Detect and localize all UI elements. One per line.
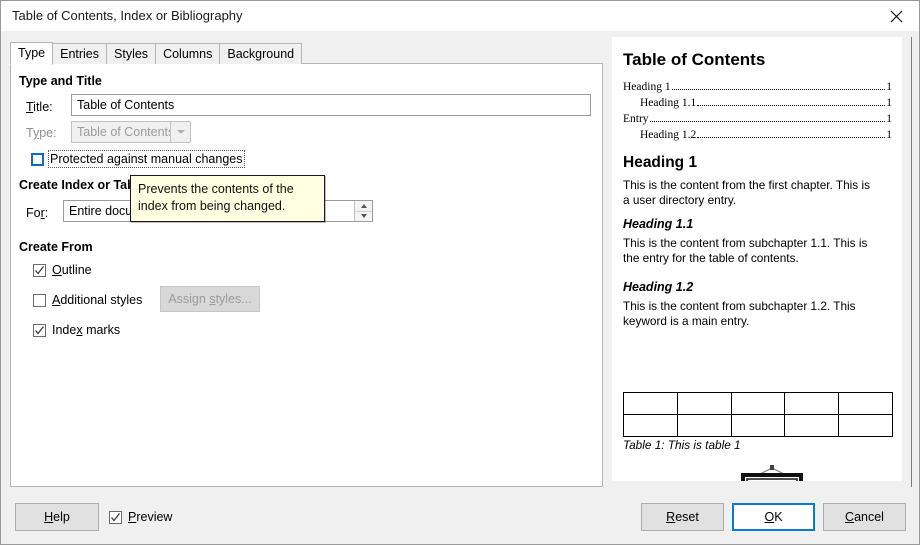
reset-button[interactable]: Reset — [641, 503, 724, 531]
toc-entry-page: 1 — [886, 129, 892, 141]
toc-entry-page: 1 — [886, 113, 892, 125]
type-tab-panel: Type and Title Title: Table of Contents … — [10, 63, 603, 487]
tab-entries-label: Entries — [60, 46, 100, 61]
tab-background[interactable]: Background — [219, 43, 303, 64]
additional-styles-checkbox[interactable]: Additional styles — [33, 293, 142, 307]
tooltip-text: Prevents the contents of the index from … — [138, 182, 294, 213]
table-cell — [730, 414, 786, 437]
preview-page: Table of Contents Heading 1 1 Heading 1.… — [612, 37, 902, 481]
chevron-down-icon — [170, 122, 190, 142]
preview-body-p3: This is the content from subchapter 1.2.… — [623, 299, 856, 329]
tab-styles-label: Styles — [114, 46, 149, 61]
preview-table-caption: Table 1: This is table 1 — [623, 438, 741, 452]
preview-toc-heading: Table of Contents — [623, 50, 766, 69]
preview-panel: Table of Contents Heading 1 1 Heading 1.… — [612, 37, 912, 487]
toc-leader-dots — [649, 121, 886, 122]
table-cell — [730, 392, 786, 415]
table-cell — [676, 414, 732, 437]
window-title: Table of Contents, Index or Bibliography — [12, 8, 243, 23]
spinner-down-icon[interactable] — [355, 211, 372, 221]
table-cell — [623, 414, 678, 437]
ok-button-label: OK — [764, 510, 783, 524]
tab-columns-label: Columns — [163, 46, 213, 61]
toc-entry-text: Heading 1 — [623, 81, 671, 93]
framed-picture-icon — [732, 465, 812, 481]
checkbox-box — [33, 293, 46, 307]
table-cell — [784, 414, 840, 437]
for-field-label: For: — [26, 206, 49, 220]
cancel-button[interactable]: Cancel — [823, 503, 906, 531]
preview-toc-entry: Heading 1 1 — [623, 81, 892, 93]
protected-against-changes-checkbox[interactable]: Protected against manual changes — [31, 150, 245, 168]
table-cell — [838, 392, 893, 415]
toc-leader-dots — [697, 105, 886, 106]
preview-toc-entry: Heading 1.1 1 — [640, 97, 892, 109]
toc-entry-text: Heading 1.2 — [640, 129, 697, 141]
checkbox-box — [109, 510, 122, 524]
table-row — [623, 392, 893, 415]
help-button-label: Help — [44, 510, 70, 524]
index-marks-checkbox[interactable]: Index marks — [33, 323, 120, 337]
protected-against-changes-label: Protected against manual changes — [48, 150, 245, 168]
tab-type-label: Type — [18, 46, 46, 61]
checkbox-box — [33, 263, 46, 277]
title-field-label: Title: — [26, 100, 53, 114]
preview-body-h2a: Heading 1.1 — [623, 217, 694, 231]
title-bar: Table of Contents, Index or Bibliography — [1, 1, 919, 31]
table-cell — [838, 414, 893, 437]
table-cell — [676, 392, 732, 415]
preview-table — [623, 392, 893, 437]
preview-body-h1: Heading 1 — [623, 154, 698, 171]
type-field-label: Type: — [26, 126, 57, 140]
tab-columns[interactable]: Columns — [155, 43, 221, 64]
tab-styles[interactable]: Styles — [106, 43, 157, 64]
spinner-up-icon[interactable] — [355, 201, 372, 212]
tab-type[interactable]: Type — [10, 42, 54, 65]
toc-leader-dots — [697, 137, 886, 138]
assign-styles-button[interactable]: Assign styles... — [160, 286, 260, 312]
checkbox-box — [31, 152, 44, 166]
create-index-group-label: Create Index or Table — [19, 178, 146, 192]
preview-toc-entry: Heading 1.2 1 — [640, 129, 892, 141]
table-cell — [623, 392, 678, 415]
ok-button[interactable]: OK — [732, 503, 815, 531]
toc-entry-page: 1 — [886, 97, 892, 109]
toc-leader-dots — [671, 89, 886, 90]
table-row — [623, 414, 893, 437]
tab-background-label: Background — [227, 46, 295, 61]
preview-checkbox[interactable]: Preview — [109, 510, 172, 524]
type-and-title-group-label: Type and Title — [19, 74, 102, 88]
checkbox-box — [33, 323, 46, 337]
spinner-buttons — [354, 201, 372, 221]
outline-label: Outline — [52, 263, 92, 277]
reset-button-label: Reset — [666, 510, 699, 524]
create-from-group-label: Create From — [19, 240, 93, 254]
tooltip-popup: Prevents the contents of the index from … — [130, 175, 325, 222]
title-input[interactable]: Table of Contents — [71, 94, 591, 116]
preview-body-h2b: Heading 1.2 — [623, 280, 694, 294]
toc-entry-page: 1 — [886, 81, 892, 93]
table-cell — [784, 392, 840, 415]
cancel-button-label: Cancel — [845, 510, 884, 524]
additional-styles-label: Additional styles — [52, 293, 143, 307]
outline-checkbox[interactable]: Outline — [33, 263, 92, 277]
type-combobox[interactable]: Table of Contents — [71, 121, 191, 143]
assign-styles-label: Assign styles... — [168, 292, 252, 306]
tab-strip: Type Entries Styles Columns Background — [10, 42, 303, 65]
title-input-value: Table of Contents — [77, 98, 175, 112]
tab-entries[interactable]: Entries — [52, 43, 108, 64]
toc-entry-text: Heading 1.1 — [640, 97, 697, 109]
type-combobox-value: Table of Contents — [77, 125, 170, 139]
preview-toc-entry: Entry 1 — [623, 113, 892, 125]
help-button[interactable]: Help — [15, 503, 99, 531]
preview-body-p1: This is the content from the first chapt… — [623, 178, 870, 208]
close-icon[interactable] — [874, 1, 919, 31]
preview-checkbox-label: Preview — [128, 510, 173, 524]
toc-entry-text: Entry — [623, 113, 649, 125]
preview-body-p2: This is the content from subchapter 1.1.… — [623, 236, 868, 266]
toc-index-bibliography-dialog: Table of Contents, Index or Bibliography… — [0, 0, 920, 545]
index-marks-label: Index marks — [52, 323, 121, 337]
